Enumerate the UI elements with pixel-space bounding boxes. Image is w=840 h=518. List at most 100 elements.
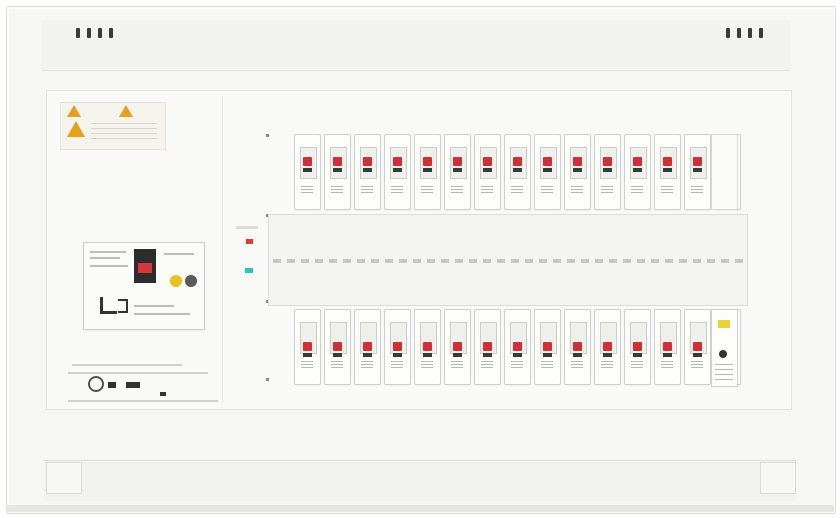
branch-circuit-breaker[interactable]	[534, 134, 561, 210]
branch-circuit-breaker[interactable]	[414, 134, 441, 210]
breaker-rating-text	[511, 185, 523, 195]
breaker-handle-shadow	[543, 168, 552, 172]
breaker-rating-text	[511, 360, 523, 370]
branch-circuit-breaker[interactable]	[294, 134, 321, 210]
breaker-rating-text	[541, 360, 553, 370]
branch-circuit-breaker[interactable]	[684, 309, 711, 385]
aux-text-lines	[715, 362, 733, 380]
branch-circuit-breaker[interactable]	[324, 309, 351, 385]
cover-latch-right[interactable]	[760, 462, 796, 494]
breaker-handle-shadow	[363, 353, 372, 357]
breaker-rating-text	[421, 360, 433, 370]
top-right-vent-slots	[726, 28, 763, 38]
breaker-handle-shadow	[693, 353, 702, 357]
top-cover-rail	[42, 20, 790, 71]
breaker-handle[interactable]	[633, 342, 642, 351]
breaker-handle-shadow	[663, 353, 672, 357]
breaker-handle[interactable]	[543, 157, 552, 166]
breaker-handle-shadow	[453, 353, 462, 357]
breaker-rating-text	[601, 360, 613, 370]
breaker-rating-text	[661, 185, 673, 195]
main-earth-leakage-breaker[interactable]	[83, 242, 205, 330]
breaker-handle-shadow	[573, 353, 582, 357]
breaker-handle[interactable]	[333, 157, 342, 166]
test-button[interactable]	[170, 275, 182, 287]
breaker-handle[interactable]	[483, 342, 492, 351]
busbar-cover	[268, 214, 748, 306]
indicator-label	[236, 226, 258, 229]
branch-circuit-breaker[interactable]	[444, 309, 471, 385]
breaker-rating-text	[331, 185, 343, 195]
breaker-handle[interactable]	[423, 157, 432, 166]
breaker-handle-shadow	[633, 353, 642, 357]
branch-circuit-breaker[interactable]	[294, 309, 321, 385]
breaker-handle[interactable]	[513, 342, 522, 351]
warning-icon	[67, 105, 81, 117]
breaker-handle-shadow	[513, 168, 522, 172]
breaker-handle[interactable]	[573, 157, 582, 166]
branch-circuit-breaker[interactable]	[324, 134, 351, 210]
breaker-handle[interactable]	[603, 157, 612, 166]
breaker-handle[interactable]	[303, 157, 312, 166]
branch-circuit-breaker[interactable]	[474, 309, 501, 385]
breaker-handle[interactable]	[693, 342, 702, 351]
branch-circuit-breaker[interactable]	[414, 309, 441, 385]
branch-circuit-breaker[interactable]	[594, 309, 621, 385]
branch-circuit-breaker[interactable]	[474, 134, 501, 210]
aux-terminal	[719, 350, 727, 358]
breaker-handle[interactable]	[513, 157, 522, 166]
warning-icon	[67, 121, 85, 137]
branch-circuit-breaker[interactable]	[654, 134, 681, 210]
breaker-handle[interactable]	[573, 342, 582, 351]
branch-circuit-breaker[interactable]	[564, 309, 591, 385]
breaker-handle-shadow	[303, 168, 312, 172]
breaker-handle[interactable]	[393, 342, 402, 351]
branch-circuit-breaker[interactable]	[384, 134, 411, 210]
branch-circuit-breaker[interactable]	[564, 134, 591, 210]
breaker-handle[interactable]	[663, 342, 672, 351]
breaker-rating-text	[601, 185, 613, 195]
breaker-handle[interactable]	[453, 342, 462, 351]
enclosure-base	[6, 505, 834, 512]
branch-circuit-breaker[interactable]	[654, 309, 681, 385]
breaker-handle[interactable]	[543, 342, 552, 351]
section-divider	[222, 96, 223, 404]
branch-circuit-breaker[interactable]	[624, 134, 651, 210]
breaker-handle[interactable]	[453, 157, 462, 166]
row-marker	[266, 134, 269, 137]
branch-circuit-breaker[interactable]	[684, 134, 711, 210]
branch-circuit-breaker[interactable]	[624, 309, 651, 385]
branch-circuit-breaker[interactable]	[534, 309, 561, 385]
main-breaker-handle[interactable]	[138, 263, 152, 273]
branch-circuit-breaker[interactable]	[594, 134, 621, 210]
breaker-handle[interactable]	[633, 157, 642, 166]
breaker-handle[interactable]	[663, 157, 672, 166]
breaker-rating-text	[481, 185, 493, 195]
breaker-handle-shadow	[393, 353, 402, 357]
breaker-handle-shadow	[663, 168, 672, 172]
breaker-handle[interactable]	[393, 157, 402, 166]
breaker-handle[interactable]	[363, 157, 372, 166]
branch-circuit-breaker[interactable]	[444, 134, 471, 210]
breaker-rating-text	[361, 185, 373, 195]
breaker-handle-shadow	[393, 168, 402, 172]
branch-circuit-breaker[interactable]	[504, 134, 531, 210]
breaker-rating-text	[661, 360, 673, 370]
branch-circuit-breaker[interactable]	[504, 309, 531, 385]
breaker-handle[interactable]	[333, 342, 342, 351]
breaker-handle[interactable]	[363, 342, 372, 351]
breaker-handle[interactable]	[303, 342, 312, 351]
main-breaker-handle-window	[134, 249, 156, 283]
reset-button[interactable]	[185, 275, 197, 287]
breaker-handle-shadow	[333, 168, 342, 172]
branch-circuit-breaker[interactable]	[354, 309, 381, 385]
cover-latch-left[interactable]	[46, 462, 82, 494]
breaker-handle[interactable]	[423, 342, 432, 351]
branch-circuit-breaker[interactable]	[384, 309, 411, 385]
row-marker	[266, 378, 269, 381]
branch-circuit-breaker[interactable]	[354, 134, 381, 210]
breaker-handle[interactable]	[483, 157, 492, 166]
breaker-handle[interactable]	[603, 342, 612, 351]
breaker-handle[interactable]	[693, 157, 702, 166]
bottom-cover-rail	[44, 460, 796, 501]
